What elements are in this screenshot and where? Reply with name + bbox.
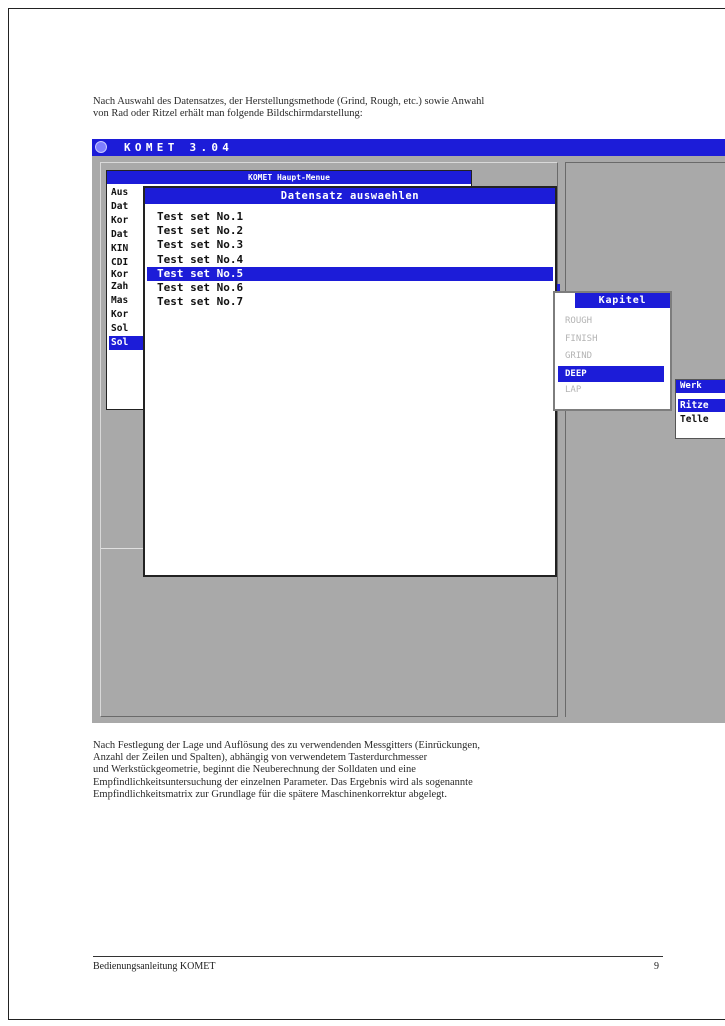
intro-paragraph: Nach Auswahl des Datensatzes, der Herste…: [93, 96, 484, 120]
kapitel-window: Kapitel ROUGH FINISH GRIND DEEP LAP: [553, 291, 672, 411]
datensatz-item[interactable]: Test set No.6: [147, 281, 553, 295]
app-title-bar: KOMET 3.04: [92, 139, 725, 156]
komet-screenshot: KOMET 3.04 KOMET Haupt-Menue Aus Dat Kor…: [92, 139, 725, 723]
datensatz-title: Datensatz auswaehlen: [145, 188, 555, 204]
datensatz-item[interactable]: Test set No.4: [147, 253, 553, 267]
kapitel-item[interactable]: FINISH: [555, 331, 670, 349]
body-line: Anzahl der Zeilen und Spalten), abhängig…: [93, 752, 428, 764]
intro-line: Nach Auswahl des Datensatzes, der Herste…: [93, 96, 485, 107]
kapitel-title: Kapitel: [575, 293, 670, 308]
werkstueck-item-selected[interactable]: Ritze: [677, 398, 725, 413]
page-number: 9: [654, 961, 659, 972]
body-paragraph: Nach Festlegung der Lage und Auflösung d…: [93, 740, 480, 801]
datensatz-item[interactable]: Test set No.7: [147, 295, 553, 309]
kapitel-item[interactable]: LAP: [555, 382, 670, 400]
body-line: Nach Festlegung der Lage und Auflösung d…: [93, 740, 480, 751]
kapitel-item[interactable]: ROUGH: [555, 313, 670, 331]
datensatz-list: Test set No.1 Test set No.2 Test set No.…: [147, 210, 553, 309]
body-line: und Werkstückgeometrie, beginnt die Neub…: [93, 764, 416, 776]
datensatz-item[interactable]: Test set No.2: [147, 224, 553, 238]
footer-rule: [93, 956, 663, 957]
kapitel-list: ROUGH FINISH GRIND DEEP LAP: [555, 313, 670, 399]
app-title: KOMET 3.04: [124, 141, 234, 154]
haupt-menue-title: KOMET Haupt-Menue: [107, 171, 471, 184]
werkstueck-window: Werk Ritze Telle: [675, 379, 725, 439]
footer-title: Bedienungsanleitung KOMET: [93, 961, 216, 972]
datensatz-item[interactable]: Test set No.1: [147, 210, 553, 224]
system-menu-icon[interactable]: [95, 141, 107, 153]
kapitel-item-selected[interactable]: DEEP: [558, 365, 664, 382]
werkstueck-title: Werk: [676, 380, 725, 393]
werkstueck-item[interactable]: Telle: [676, 413, 725, 426]
datensatz-window: Datensatz auswaehlen Test set No.1 Test …: [143, 186, 557, 577]
datensatz-item[interactable]: Test set No.3: [147, 238, 553, 252]
body-line: Empfindlichkeitsmatrix zur Grundlage für…: [93, 788, 447, 800]
right-panel: [565, 162, 725, 717]
kapitel-item[interactable]: GRIND: [555, 348, 670, 366]
intro-line: von Rad oder Ritzel erhält man folgende …: [93, 108, 363, 120]
datensatz-item-selected[interactable]: Test set No.5: [147, 266, 553, 282]
werkstueck-list: Ritze Telle: [676, 398, 725, 426]
body-line: Empfindlichkeitsuntersuchung der einzeln…: [93, 776, 473, 788]
